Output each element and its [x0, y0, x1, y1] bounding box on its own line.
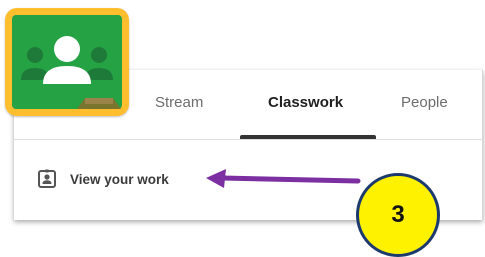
step-number-badge: 3 [356, 173, 440, 257]
